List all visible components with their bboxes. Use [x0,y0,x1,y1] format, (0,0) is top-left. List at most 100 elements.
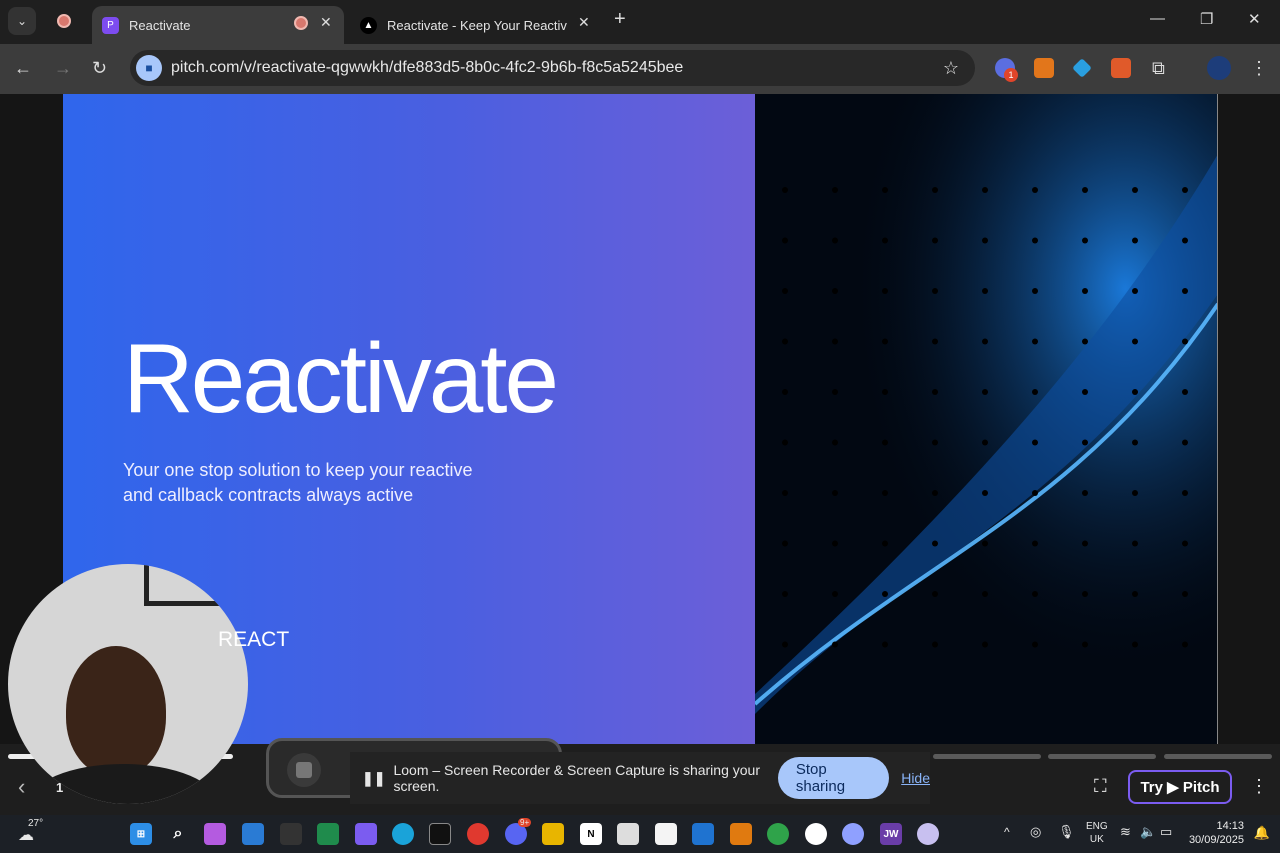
progress-segment[interactable] [1164,754,1272,759]
microphone-icon[interactable]: 🎙 [1058,824,1075,840]
app-icon[interactable] [655,823,677,845]
app-icon[interactable] [692,823,714,845]
bookmark-star-icon[interactable]: ☆ [943,58,959,79]
pattern-dot [982,389,988,395]
app-icon[interactable] [917,823,939,845]
wifi-icon[interactable]: ≋ [1120,824,1131,840]
pattern-dot [782,389,788,395]
app-icon[interactable] [730,823,752,845]
pattern-dot [832,338,838,345]
pattern-dot [982,540,988,547]
pattern-dot [782,237,788,244]
pattern-dot [1182,439,1188,446]
pattern-dot [982,288,988,294]
search-icon[interactable]: ⌕ [167,823,189,845]
terminal-icon[interactable] [429,823,451,845]
tab-title: Reactivate [129,17,191,33]
pattern-dot [982,338,988,345]
pattern-dot [1182,540,1188,547]
volume-icon[interactable]: 🔈 [1140,824,1156,840]
stop-sharing-button[interactable]: Stop sharing [777,757,890,799]
tab-reactivate-site[interactable]: ▲ Reactivate - Keep Your Reactive ✕ [350,6,600,44]
back-icon[interactable]: ← [14,58,32,79]
forward-icon[interactable]: → [54,58,72,79]
app-icon[interactable] [280,823,302,845]
minimize-icon[interactable]: — [1150,10,1165,27]
more-options-icon[interactable]: ⋮ [1250,776,1268,797]
diamond-extension-icon[interactable] [1072,58,1092,78]
pattern-dot [882,540,888,547]
close-tab-icon[interactable]: ✕ [578,14,590,31]
address-bar[interactable]: ■ pitch.com/v/reactivate-qgwwkh/dfe883d5… [130,50,975,86]
pattern-dot [1082,237,1088,244]
store-icon[interactable] [617,823,639,845]
pattern-dot [982,641,988,648]
webcam-bubble[interactable] [8,564,248,804]
chrome-icon[interactable] [767,823,789,845]
pattern-dot [882,490,888,496]
metamask-icon[interactable] [1034,58,1054,78]
pattern-dot [1132,338,1138,345]
extensions-puzzle-icon[interactable]: ⧉ [1152,58,1165,79]
vscode-icon[interactable] [242,823,264,845]
pattern-dot [1032,641,1038,648]
hide-link[interactable]: Hide [901,770,930,786]
pattern-dot [1132,641,1138,648]
profile-avatar[interactable] [1207,56,1231,80]
picture-frame [144,564,224,606]
pattern-dot [832,237,838,244]
restore-icon[interactable]: ❐ [1200,10,1213,28]
pattern-dot [932,439,938,446]
pattern-dot [1082,540,1088,547]
url-text[interactable]: pitch.com/v/reactivate-qgwwkh/dfe883d5-8… [171,59,683,77]
github-icon[interactable] [805,823,827,845]
clock[interactable]: 14:13 30/09/2025 [1189,819,1244,847]
app-icon[interactable] [842,823,864,845]
app-icon[interactable] [355,823,377,845]
reload-icon[interactable]: ↻ [92,58,107,79]
try-pitch-button[interactable]: Try ▶ Pitch [1128,770,1232,804]
pattern-dot [882,641,888,648]
pattern-dot [882,237,888,244]
jw-icon[interactable]: JW [880,823,902,845]
notifications-icon[interactable]: 🔔 [1254,825,1270,841]
pattern-dot [1082,490,1088,496]
pattern-dot [932,389,938,395]
tab-reactivate[interactable]: P Reactivate ✕ [92,6,344,44]
new-tab-icon[interactable]: + [614,8,626,31]
copilot-icon[interactable] [204,823,226,845]
notion-icon[interactable]: N [580,823,602,845]
close-tab-icon[interactable]: ✕ [320,14,332,31]
pattern-dot [1032,338,1038,345]
pitch-label: Pitch [1182,778,1220,796]
extension-icon[interactable] [1111,58,1131,78]
progress-segment[interactable] [933,754,1041,759]
close-window-icon[interactable]: ✕ [1248,10,1261,28]
pattern-dot [882,338,888,345]
pattern-dot [782,591,788,597]
chrome-icon[interactable] [467,823,489,845]
fullscreen-icon[interactable]: ⛶ [1094,776,1107,797]
previous-slide-icon[interactable]: ‹ [18,774,25,800]
time: 14:13 [1216,820,1244,832]
vercel-favicon-icon: ▲ [360,16,377,34]
file-explorer-icon[interactable] [542,823,564,845]
pattern-dot [1082,389,1088,395]
edge-icon[interactable] [392,823,414,845]
language-indicator[interactable]: ENG UK [1086,820,1108,846]
browser-toolbar: ← → ↻ ■ pitch.com/v/reactivate-qgwwkh/df… [0,44,1280,94]
tab-search-button[interactable]: ⌄ [8,7,36,35]
recording-icon [294,16,308,30]
pitch-favicon-icon: P [102,16,119,34]
tray-app-icon[interactable]: ◎ [1030,824,1041,840]
stop-recording-button[interactable] [287,753,321,787]
battery-icon[interactable]: ▭ [1160,824,1172,840]
menu-icon[interactable]: ⋮ [1250,58,1268,79]
pattern-dot [832,288,838,294]
pattern-dot [932,187,938,193]
app-icon[interactable] [317,823,339,845]
tray-chevron-icon[interactable]: ^ [1004,825,1010,839]
start-icon[interactable]: ⊞ [130,823,152,845]
progress-segment[interactable] [1048,754,1156,759]
pattern-dot [1032,187,1038,193]
